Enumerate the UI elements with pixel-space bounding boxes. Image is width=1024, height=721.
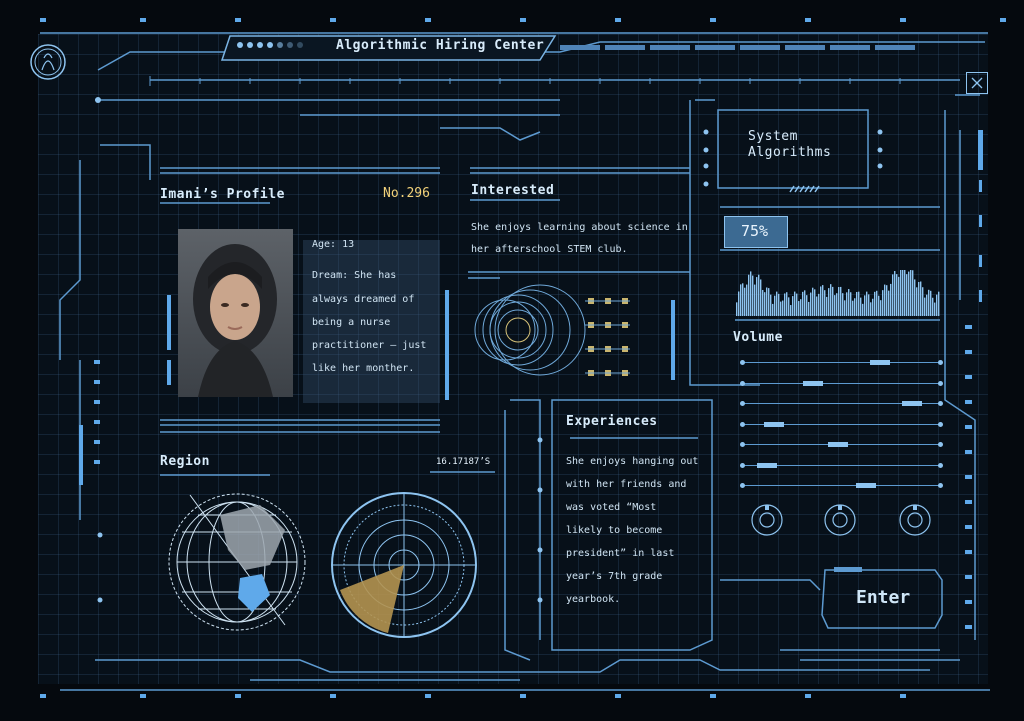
profile-age: Age: 13 (312, 239, 355, 250)
interested-line: her afterschool STEM club. (471, 244, 628, 255)
slider-end-dot (740, 462, 745, 468)
close-button[interactable] (966, 72, 988, 94)
slider-handle[interactable] (902, 401, 922, 406)
knob-2[interactable] (825, 505, 855, 535)
slider-handle[interactable] (803, 380, 823, 386)
experience-line: with her friends and (566, 479, 687, 490)
experience-line: She enjoys hanging out (566, 456, 699, 467)
dream-line: Dream: She has (312, 270, 397, 281)
volume-slider[interactable] (740, 442, 943, 447)
volume-slider[interactable] (740, 421, 943, 427)
experiences-title: Experiences (566, 414, 658, 429)
system-title-line: System (748, 129, 798, 144)
slider-end-dot (938, 360, 943, 365)
region-title: Region (160, 454, 210, 469)
interested-title: Interested (471, 183, 555, 198)
slider-end-dot (740, 360, 745, 365)
experience-line: year’s 7th grade (566, 571, 663, 582)
volume-slider[interactable] (740, 380, 943, 386)
system-title-line: Algorithms (748, 145, 832, 160)
slider-handle[interactable] (828, 442, 848, 447)
slider-end-dot (938, 442, 943, 447)
enter-label: Enter (856, 587, 911, 608)
experience-line: yearbook. (566, 594, 621, 605)
knob-1[interactable] (752, 505, 782, 535)
slider-handle[interactable] (764, 421, 784, 427)
volume-slider[interactable] (740, 360, 943, 365)
slider-end-dot (938, 483, 943, 488)
close-icon (971, 77, 983, 89)
dream-line: practitioner — just (312, 340, 427, 351)
volume-slider[interactable] (740, 483, 943, 488)
volume-slider[interactable] (740, 401, 943, 406)
slider-end-dot (938, 401, 943, 406)
volume-title: Volume (733, 330, 783, 345)
enter-tab-marker (834, 567, 862, 572)
slider-end-dot (938, 421, 943, 427)
dream-line: being a nurse (312, 317, 391, 328)
profile-number: No.296 (383, 186, 430, 201)
experience-line: likely to become (566, 525, 663, 536)
volume-slider[interactable] (740, 462, 943, 468)
slider-end-dot (740, 380, 745, 386)
slider-handle[interactable] (856, 483, 876, 488)
percent-value: 75% (741, 222, 769, 240)
slider-end-dot (740, 483, 745, 488)
portrait-icon (193, 244, 277, 397)
enter-button[interactable]: Enter (826, 567, 938, 625)
dream-line: like her monther. (312, 363, 415, 374)
knob-3[interactable] (900, 505, 930, 535)
slider-end-dot (740, 401, 745, 406)
profile-title: Imani’s Profile (160, 187, 285, 202)
app-title: Algorithmic Hiring Center (336, 38, 545, 53)
slider-end-dot (740, 421, 745, 427)
experience-line: was voted “Most (566, 502, 657, 513)
slider-end-dot (938, 380, 943, 386)
slider-end-dot (740, 442, 745, 447)
slider-handle[interactable] (757, 462, 777, 468)
region-coordinate: 16.17187’S (436, 457, 491, 467)
slider-end-dot (938, 462, 943, 468)
profile-photo (178, 229, 293, 397)
experience-line: president” in last (566, 548, 675, 559)
slider-handle[interactable] (870, 360, 890, 365)
interested-line: She enjoys learning about science in (471, 222, 688, 233)
dream-line: always dreamed of (312, 294, 415, 305)
